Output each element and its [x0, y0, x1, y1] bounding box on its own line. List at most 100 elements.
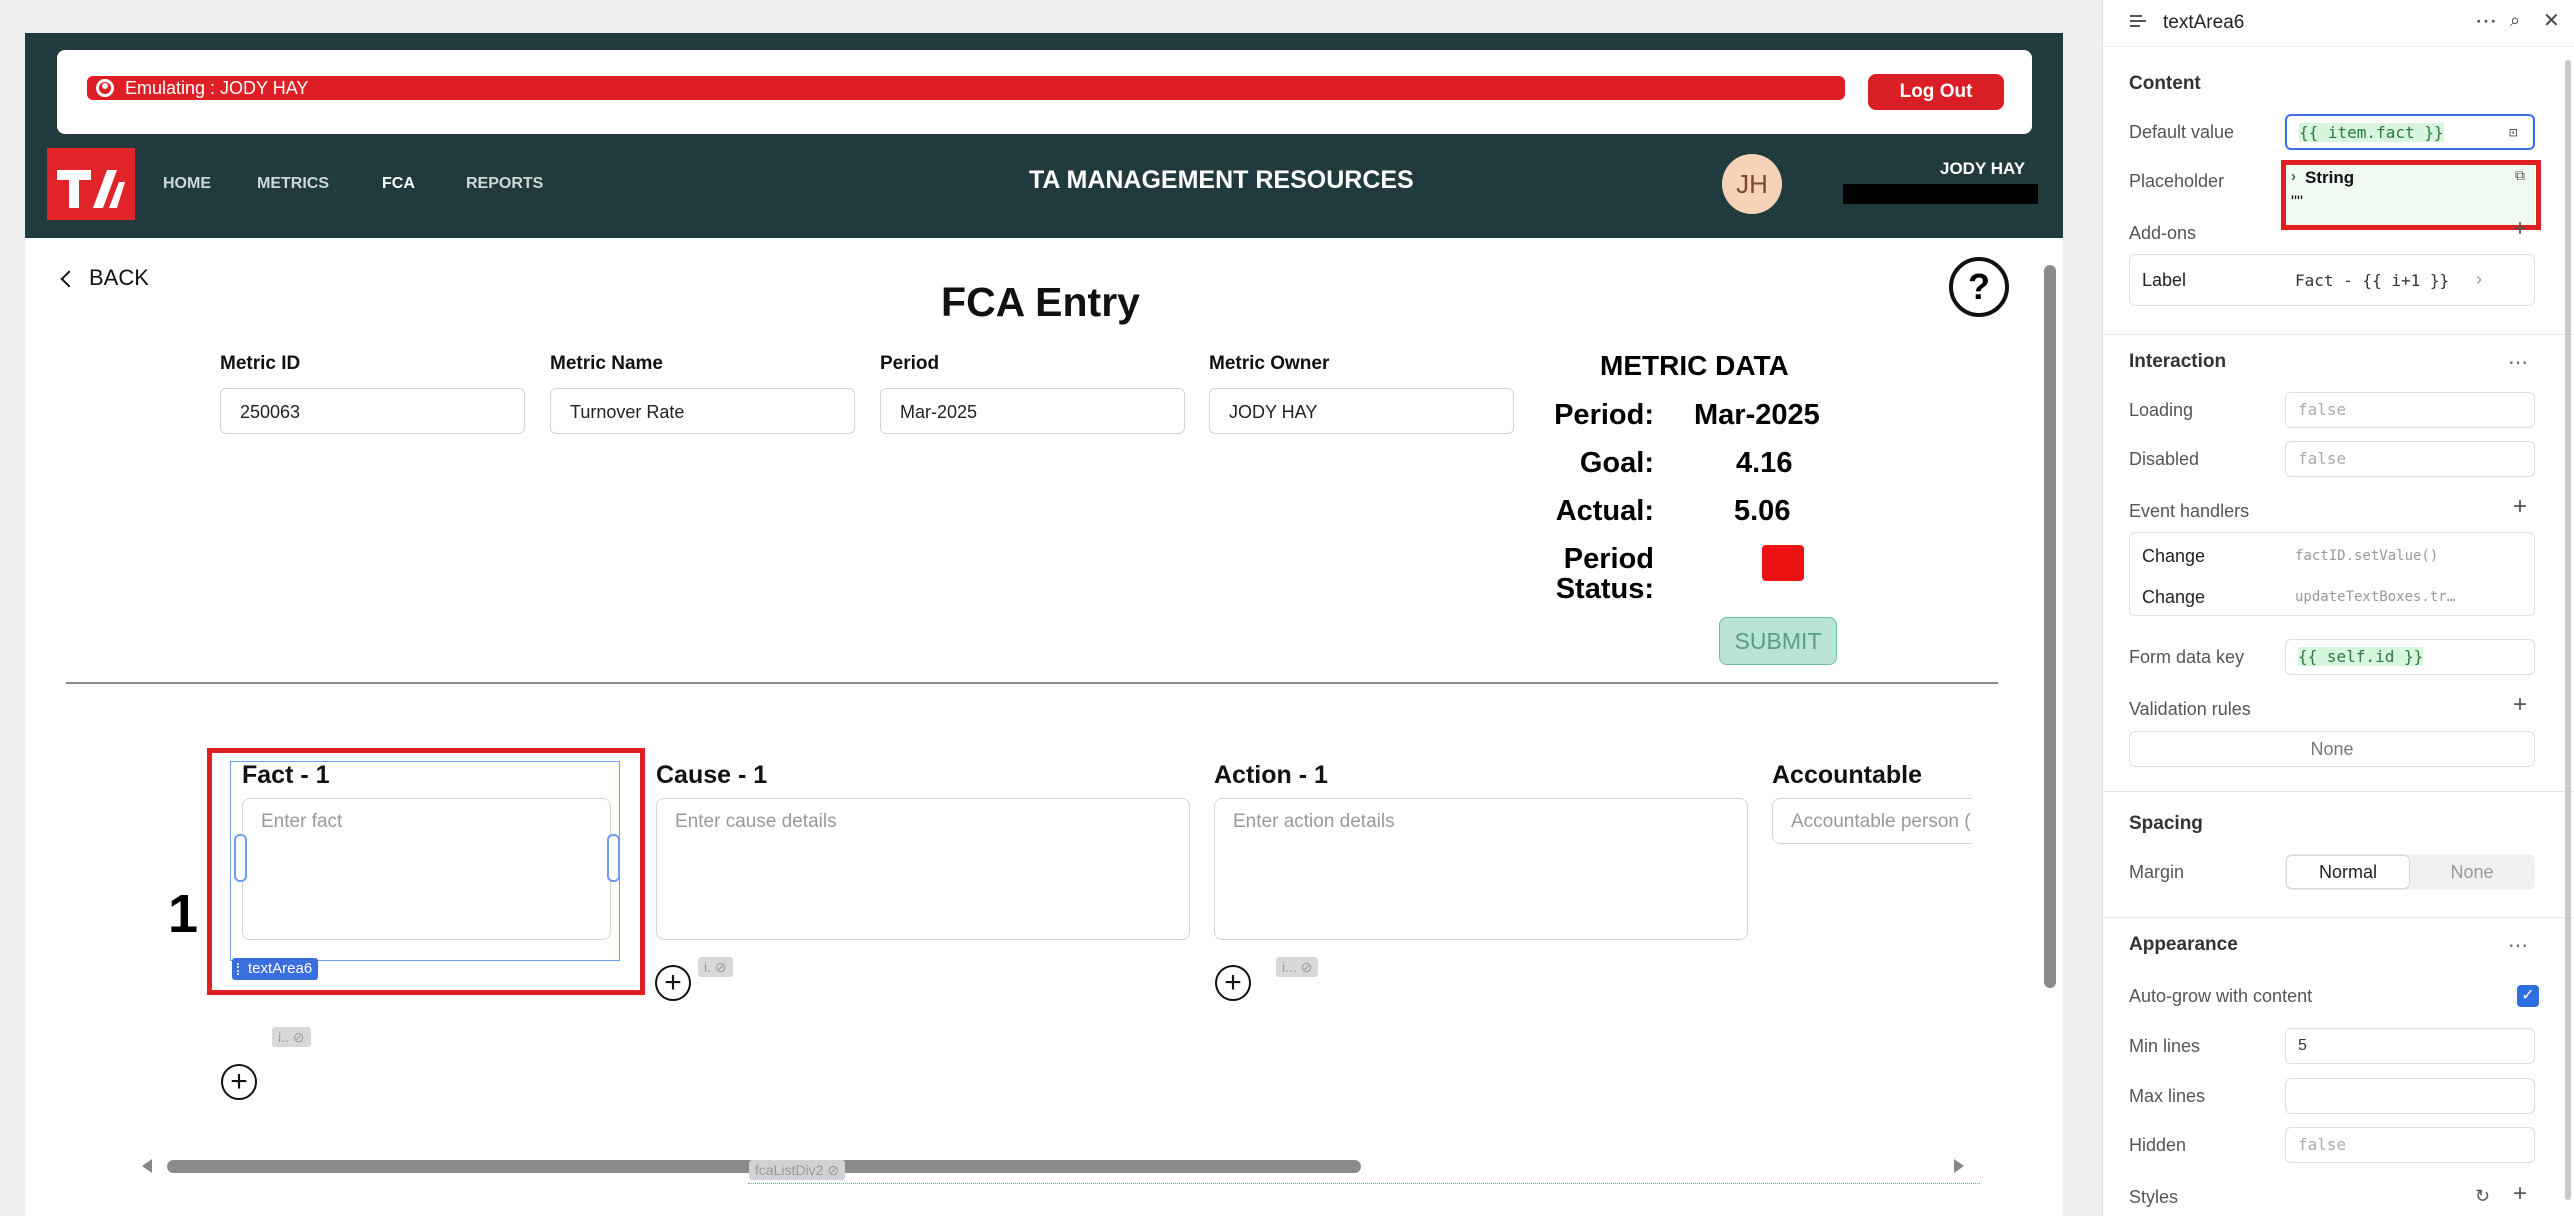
handler-action[interactable]: updateTextBoxes.tr… [2295, 589, 2455, 605]
label-addon-value: Fact - {{ i+1 }} [2295, 271, 2450, 290]
md-goal-value: 4.16 [1736, 447, 1793, 479]
list-component-chip[interactable]: fcaListDiv2 ⊘ [749, 1160, 846, 1180]
app-canvas: Emulating : JODY HAY Log Out HOME METRIC… [25, 33, 2063, 1216]
chip-label: i... [1282, 959, 1297, 975]
logo-icon [57, 170, 125, 208]
md-goal-label: Goal: [1579, 447, 1654, 479]
handler-event[interactable]: Change [2142, 546, 2205, 567]
max-lines-label: Max lines [2129, 1086, 2206, 1106]
list-bounds [748, 1183, 1980, 1185]
loading-label: Loading [2129, 400, 2194, 420]
avatar[interactable]: JH [1722, 154, 1782, 214]
placeholder-value: "" [2291, 192, 2304, 211]
vertical-scrollbar[interactable] [2044, 265, 2056, 988]
page-title: FCA Entry [941, 279, 1140, 325]
event-handlers-list: Change factID.setValue() Change updateTe… [2129, 532, 2535, 616]
logout-button[interactable]: Log Out [1868, 74, 2004, 110]
app-title: TA MANAGEMENT RESOURCES [1029, 166, 1414, 194]
emulating-bar: Emulating : JODY HAY [87, 76, 1845, 100]
nav-home[interactable]: HOME [163, 175, 211, 193]
margin-normal-option[interactable]: Normal [2286, 855, 2410, 889]
add-style-icon[interactable]: + [2513, 1180, 2527, 1208]
md-actual-label: Actual: [1555, 495, 1654, 527]
metric-id-field[interactable]: 250063 [220, 388, 525, 434]
label-addon[interactable]: Label Fact - {{ i+1 }} › [2129, 254, 2535, 306]
expand-icon[interactable]: ⊡ [2509, 116, 2517, 150]
margin-toggle: Normal None [2285, 854, 2535, 890]
placeholder-editor[interactable]: › String "" ⧉ [2287, 165, 2535, 225]
hidden-label: Hidden [2129, 1135, 2187, 1155]
handler-action[interactable]: factID.setValue() [2295, 548, 2438, 564]
loading-input[interactable]: false [2285, 392, 2535, 428]
search-icon[interactable]: ⌕ [2510, 10, 2520, 31]
chip-label: i. [704, 959, 711, 975]
nav-reports[interactable]: REPORTS [466, 175, 543, 193]
more-icon[interactable]: ⋯ [2508, 350, 2528, 375]
placeholder-label: Placeholder [2129, 171, 2225, 191]
action-textarea[interactable]: Enter action details [1214, 798, 1748, 940]
chevron-right-icon[interactable]: › [2291, 168, 2296, 185]
add-event-handler-icon[interactable]: + [2513, 493, 2527, 521]
help-icon[interactable]: ? [1949, 257, 2009, 317]
addons-label: Add-ons [2129, 223, 2197, 243]
resize-handle-left[interactable] [234, 834, 247, 882]
handler-event[interactable]: Change [2142, 587, 2205, 608]
default-value-label: Default value [2129, 122, 2235, 142]
company-logo [47, 148, 135, 220]
autogrow-checkbox[interactable]: ✓ [2517, 985, 2539, 1007]
hidden-component-chip[interactable]: i.. ⊘ [272, 1027, 311, 1047]
emulation-banner: Emulating : JODY HAY Log Out [57, 50, 2032, 134]
reset-icon[interactable]: ↻ [2475, 1186, 2490, 1207]
component-tag[interactable]: textArea6 [232, 958, 319, 980]
row-number: 1 [168, 884, 199, 944]
add-addon-icon[interactable]: + [2513, 215, 2527, 243]
max-lines-input[interactable] [2285, 1078, 2535, 1114]
hidden-component-chip[interactable]: i... ⊘ [1276, 957, 1319, 977]
period-field[interactable]: Mar-2025 [880, 388, 1185, 434]
section-appearance: Appearance [2129, 934, 2238, 955]
default-value-input[interactable]: {{ item.fact }} ⊡ [2285, 114, 2535, 150]
disabled-input[interactable]: false [2285, 441, 2535, 477]
top-bar: Emulating : JODY HAY Log Out HOME METRIC… [25, 33, 2063, 238]
user-subtitle-redacted [1843, 184, 2038, 204]
scroll-left-icon[interactable] [142, 1159, 152, 1173]
divider [66, 682, 1998, 684]
md-actual-value: 5.06 [1734, 495, 1791, 527]
min-lines-label: Min lines [2129, 1036, 2201, 1056]
metric-name-label: Metric Name [550, 353, 663, 374]
copy-icon[interactable]: ⧉ [2515, 167, 2525, 184]
add-cause-icon[interactable]: + [655, 965, 691, 1001]
form-data-key-code: {{ self.id }} [2298, 647, 2424, 666]
panel-scrollbar[interactable] [2565, 60, 2571, 1200]
user-name: JODY HAY [1940, 159, 2026, 178]
nav-fca[interactable]: FCA [382, 175, 415, 193]
section-spacing: Spacing [2129, 813, 2203, 834]
metric-name-field[interactable]: Turnover Rate [550, 388, 855, 434]
fact-textarea[interactable]: Enter fact [242, 798, 611, 940]
add-action-icon[interactable]: + [1215, 965, 1251, 1001]
form-data-key-label: Form data key [2129, 647, 2245, 667]
user-icon [96, 79, 114, 97]
scroll-right-icon[interactable] [1954, 1159, 1964, 1173]
hidden-input[interactable]: false [2285, 1127, 2535, 1163]
add-validation-icon[interactable]: + [2513, 691, 2527, 719]
more-icon[interactable]: ⋯ [2508, 933, 2528, 958]
fca-page: BACK FCA Entry ? Metric ID 250063 Metric… [43, 243, 2038, 1210]
close-icon[interactable]: ✕ [2543, 8, 2560, 33]
margin-none-option[interactable]: None [2410, 855, 2534, 889]
event-handlers-label: Event handlers [2129, 501, 2250, 521]
autogrow-label: Auto-grow with content [2129, 986, 2313, 1006]
section-interaction: Interaction [2129, 351, 2227, 372]
margin-label: Margin [2129, 862, 2185, 882]
hidden-component-chip[interactable]: i. ⊘ [698, 957, 733, 977]
add-row-icon[interactable]: + [221, 1064, 257, 1100]
form-data-key-input[interactable]: {{ self.id }} [2285, 639, 2535, 675]
resize-handle-right[interactable] [607, 834, 620, 882]
md-period-value: Mar-2025 [1694, 399, 1820, 431]
submit-button[interactable]: SUBMIT [1719, 617, 1837, 665]
more-icon[interactable]: ⋯ [2475, 8, 2497, 34]
accountable-field[interactable]: Accountable person ( [1772, 798, 1972, 844]
nav-metrics[interactable]: METRICS [257, 175, 329, 193]
cause-textarea[interactable]: Enter cause details [656, 798, 1190, 940]
min-lines-input[interactable]: 5 [2285, 1028, 2535, 1064]
